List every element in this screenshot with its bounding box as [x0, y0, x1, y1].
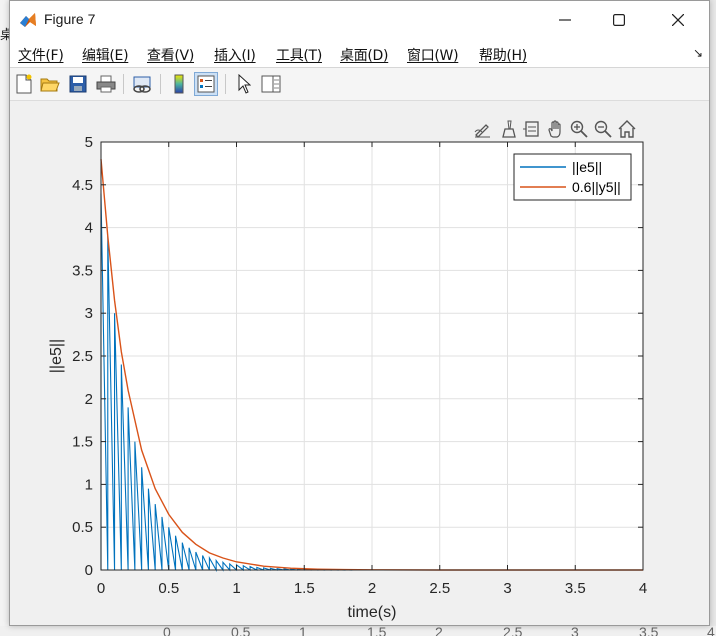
colorbar-button[interactable] — [167, 72, 191, 96]
y-tick-label: 0.5 — [72, 519, 93, 536]
x-tick-label: 0.5 — [158, 580, 179, 597]
pointer-icon — [238, 74, 251, 94]
menu-bar: 文件(F) 编辑(E) 查看(V) 插入(I) 工具(T) 桌面(D) 窗口(W… — [10, 39, 709, 68]
pointer-button[interactable] — [232, 72, 256, 96]
maximize-button[interactable] — [596, 1, 642, 39]
print-icon — [96, 75, 116, 93]
toolbar-separator — [123, 74, 124, 94]
property-editor-button[interactable] — [259, 72, 283, 96]
figure-canvas: 0 0.5 1 1.5 2 2.5 3 3.5 4 0 0.5 1 1.5 2 2.5 3 3.5 4 4.5 5 ti… — [10, 101, 709, 625]
maximize-icon — [613, 14, 625, 26]
background-tick-label: 3.5 — [639, 626, 659, 636]
x-tick-label: 3 — [503, 580, 511, 597]
menu-window[interactable]: 窗口(W) — [407, 45, 459, 65]
x-tick-label: 2 — [368, 580, 376, 597]
background-tick-label: 2 — [435, 626, 443, 636]
close-icon — [672, 14, 684, 26]
y-axis-label: ||e5|| — [48, 339, 65, 373]
y-tick-label: 4.5 — [72, 177, 93, 194]
x-tick-label: 2.5 — [429, 580, 450, 597]
x-tick-label: 4 — [639, 580, 647, 597]
link-plot-button[interactable] — [130, 72, 154, 96]
menu-file[interactable]: 文件(F) — [18, 45, 64, 65]
menu-view[interactable]: 查看(V) — [147, 45, 194, 65]
x-tick-label: 3.5 — [565, 580, 586, 597]
y-tick-label: 2 — [85, 391, 93, 408]
background-tick-label: 4 — [707, 626, 715, 636]
background-tick-label: 1.5 — [367, 626, 387, 636]
x-axis-label: time(s) — [348, 604, 397, 621]
legend-button[interactable] — [194, 72, 218, 96]
background-tick-label: 0 — [163, 626, 171, 636]
menu-desktop[interactable]: 桌面(D) — [340, 45, 389, 65]
legend-label: 0.6||y5|| — [572, 179, 621, 195]
open-file-button[interactable] — [38, 72, 62, 96]
background-axis-strip: 0 0.5 1 1.5 2 2.5 3 3.5 4 — [0, 626, 716, 636]
link-plot-icon — [133, 76, 151, 93]
background-tick-label: 1 — [299, 626, 307, 636]
print-button[interactable] — [94, 72, 118, 96]
minimize-button[interactable] — [542, 1, 588, 39]
legend-label: ||e5|| — [572, 159, 602, 175]
dock-arrow-icon[interactable]: ↘ — [693, 46, 703, 60]
x-tick-label: 1.5 — [294, 580, 315, 597]
window-title: Figure 7 — [44, 11, 96, 27]
y-tick-label: 0 — [85, 562, 93, 579]
y-tick-label: 4 — [85, 220, 93, 237]
x-tick-label: 0 — [97, 580, 105, 597]
new-figure-icon — [16, 74, 32, 94]
y-tick-label: 2.5 — [72, 348, 93, 365]
plot-area[interactable]: 0 0.5 1 1.5 2 2.5 3 3.5 4 0 0.5 1 1.5 2 2.5 3 3.5 4 4.5 5 ti… — [10, 101, 711, 625]
legend-icon — [197, 75, 215, 93]
y-tick-label: 1 — [85, 476, 93, 493]
background-tick-label: 2.5 — [503, 626, 523, 636]
toolbar-separator — [160, 74, 161, 94]
x-tick-label: 1 — [232, 580, 240, 597]
toolbar-separator — [225, 74, 226, 94]
background-tick-label: 3 — [571, 626, 579, 636]
minimize-icon — [559, 19, 571, 21]
y-tick-label: 1.5 — [72, 434, 93, 451]
save-button[interactable] — [66, 72, 90, 96]
menu-tools[interactable]: 工具(T) — [276, 45, 322, 65]
new-figure-button[interactable] — [12, 72, 36, 96]
matlab-logo-icon — [20, 13, 36, 27]
menu-edit[interactable]: 编辑(E) — [82, 45, 129, 65]
y-tick-label: 5 — [85, 134, 93, 151]
title-bar[interactable]: Figure 7 — [10, 1, 709, 39]
open-file-icon — [40, 78, 60, 92]
colorbar-icon — [174, 74, 184, 94]
y-tick-label: 3.5 — [72, 262, 93, 279]
menu-insert[interactable]: 插入(I) — [214, 45, 256, 65]
background-tick-label: 0.5 — [231, 626, 251, 636]
close-button[interactable] — [655, 1, 701, 39]
menu-help[interactable]: 帮助(H) — [479, 45, 527, 65]
property-editor-icon — [261, 75, 281, 93]
figure-window: Figure 7 文件(F) 编辑(E) 查看(V) 插入(I) 工具(T) 桌… — [9, 0, 710, 626]
figure-toolbar — [10, 68, 709, 101]
y-tick-label: 3 — [85, 305, 93, 322]
save-icon — [69, 75, 87, 93]
